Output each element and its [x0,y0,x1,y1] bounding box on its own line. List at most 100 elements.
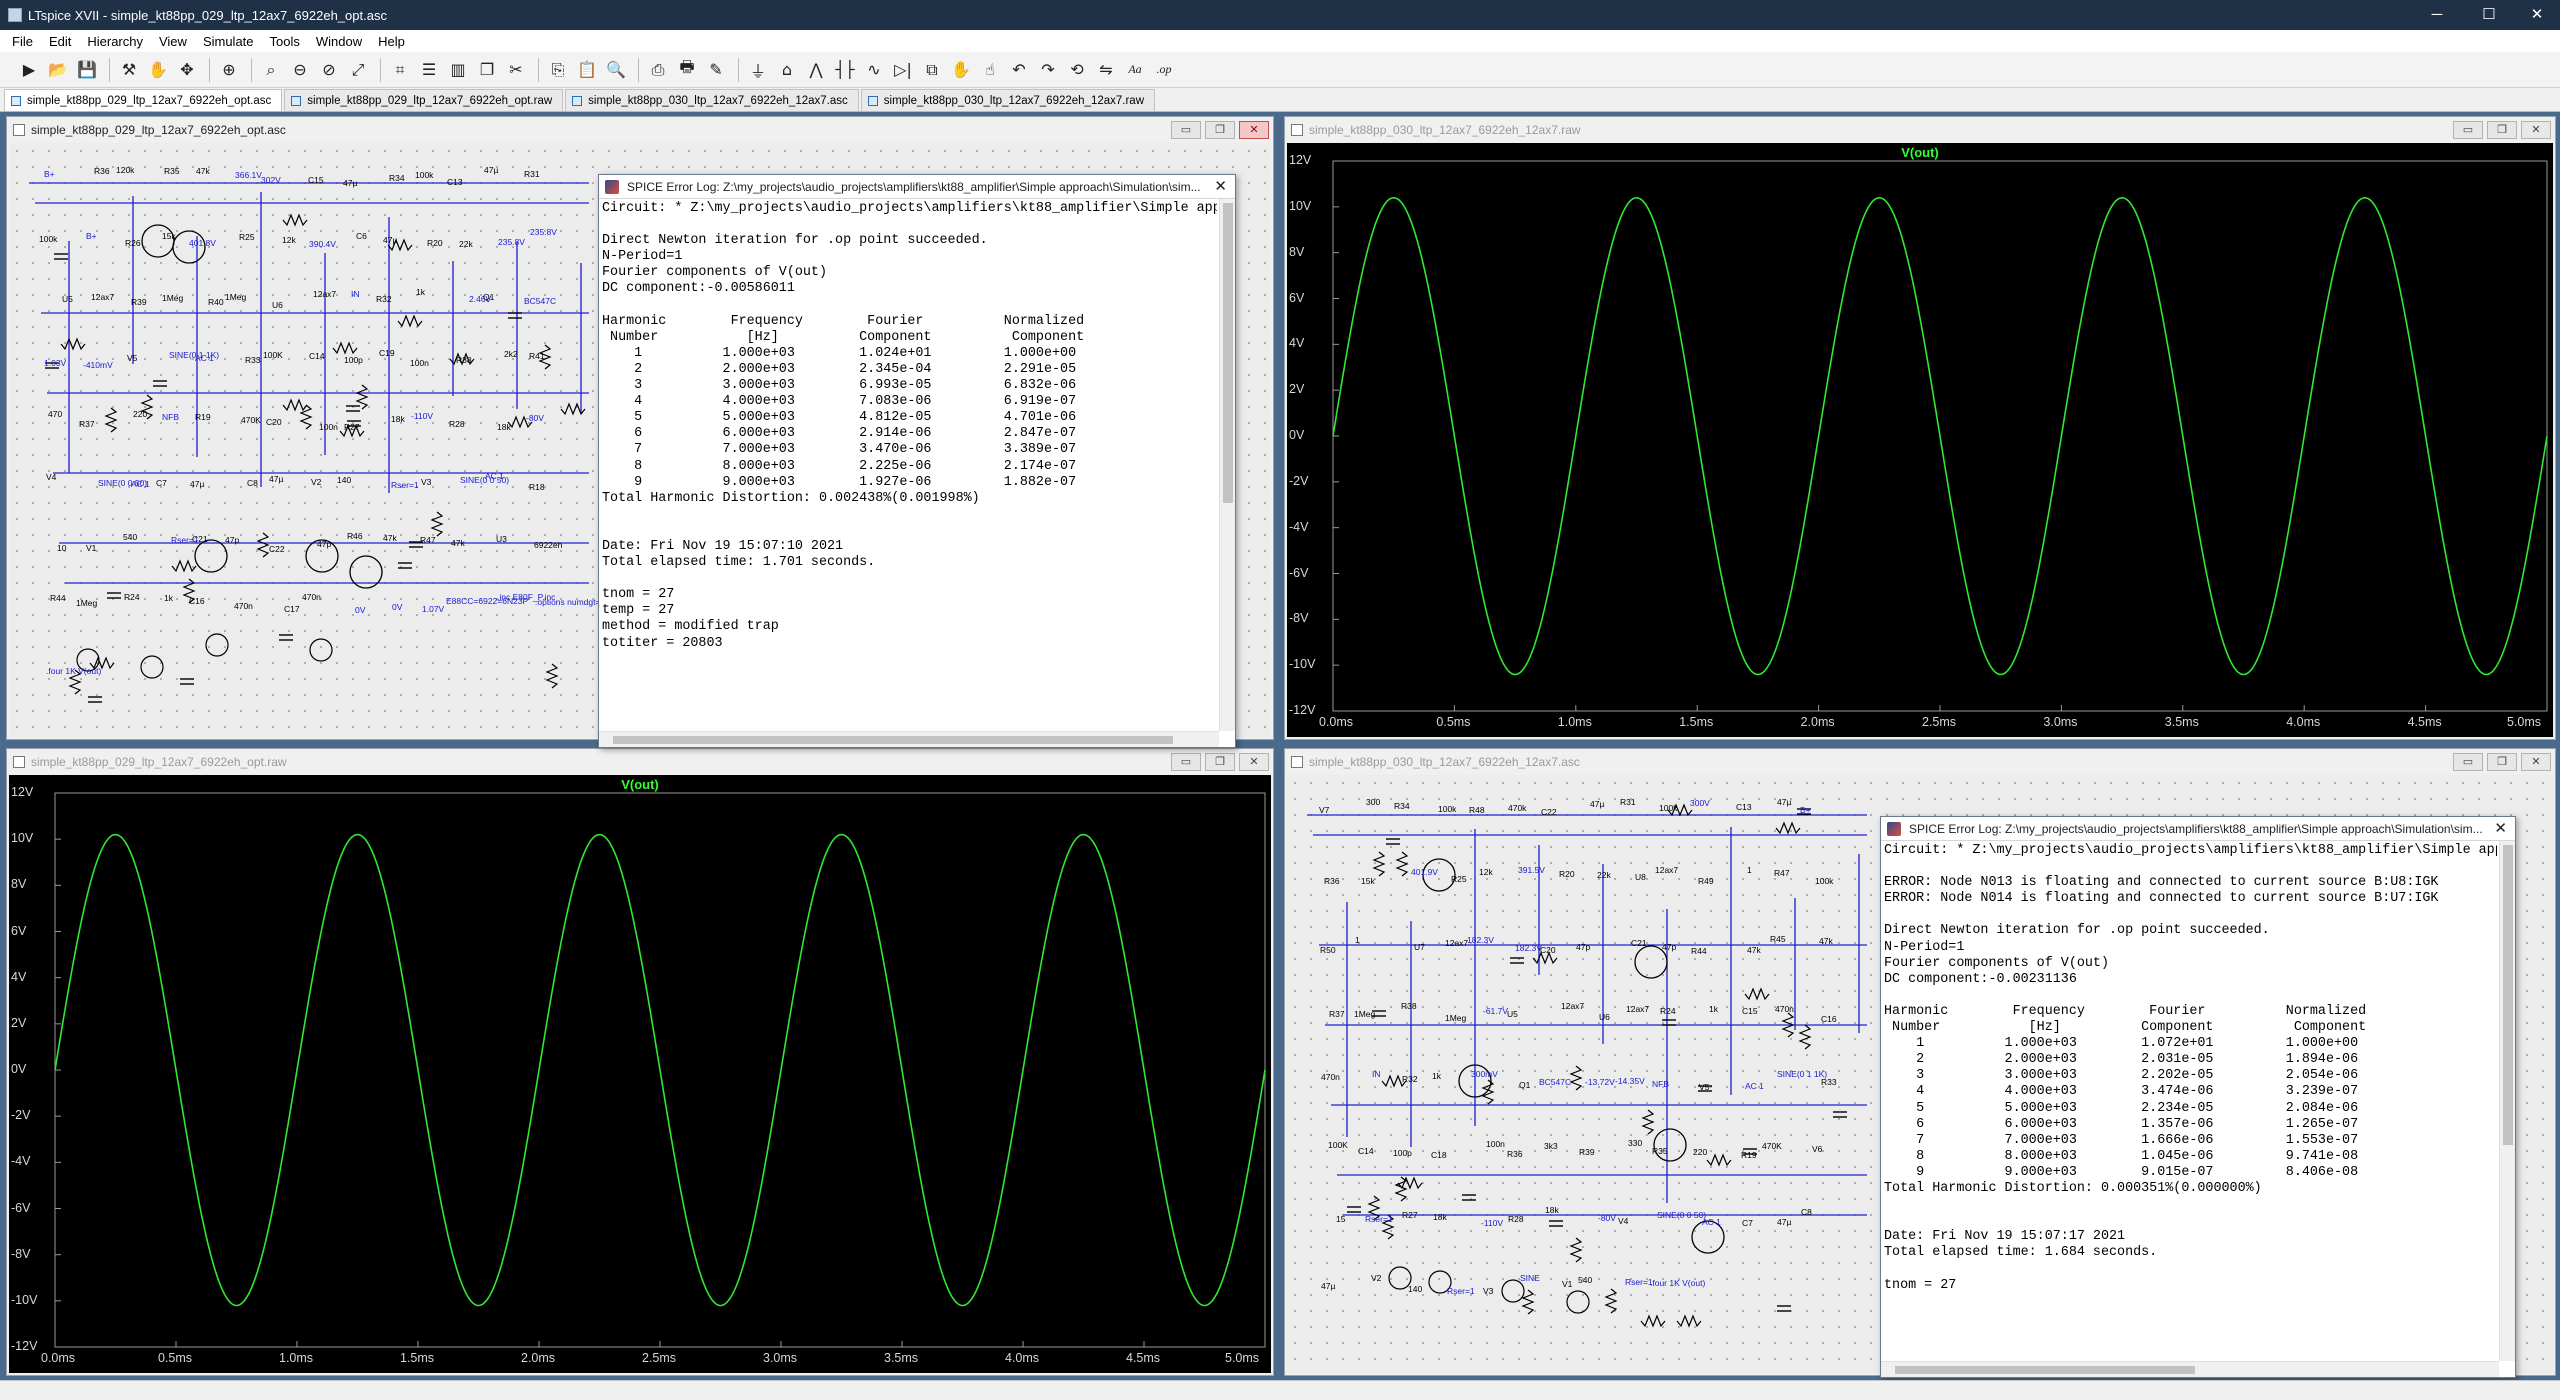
resistor-symbol[interactable] [282,213,308,227]
schematic-label[interactable]: U7 [1414,942,1425,952]
spice-error-log-window-029[interactable]: SPICE Error Log: Z:\my_projects\audio_pr… [598,174,1236,748]
schematic-label[interactable]: R41 [529,351,545,361]
schematic-label[interactable]: V4 [46,472,56,482]
schematic-label[interactable]: V2 [1371,1273,1381,1283]
capacitor-symbol[interactable] [180,678,194,685]
schematic-label[interactable]: C8 [1801,1207,1812,1217]
schematic-label[interactable]: V3 [1483,1286,1493,1296]
schematic-label[interactable]: BC547C [1539,1077,1571,1087]
schematic-label[interactable]: R25 [239,232,255,242]
schematic-label[interactable]: 12ax7 [1655,865,1678,875]
voltage-source-symbol[interactable] [1501,1279,1525,1303]
schematic-label[interactable]: R19 [195,412,211,422]
log-vertical-scrollbar[interactable] [1219,199,1235,731]
schematic-label[interactable]: R38 [456,355,472,365]
schematic-label[interactable]: R40 [208,297,224,307]
schematic-label[interactable]: 540 [123,532,137,542]
schematic-label[interactable]: 470n [1775,1004,1794,1014]
schematic-label[interactable]: C17 [284,604,300,614]
schematic-label[interactable]: 100p [1393,1148,1412,1158]
schematic-label[interactable]: R24 [124,592,140,602]
schematic-label[interactable]: U5 [1507,1009,1518,1019]
waveform-window-030[interactable]: simple_kt88pp_030_ltp_12ax7_6922eh_12ax7… [1284,116,2556,740]
schematic-label[interactable]: 47k [196,166,210,176]
schematic-label[interactable]: R28 [449,419,465,429]
schematic-label[interactable]: 100k [415,170,433,180]
undo-icon[interactable]: ↶ [1006,57,1032,83]
voltage-source-symbol[interactable] [205,633,229,657]
schematic-label[interactable]: R37 [1329,1009,1345,1019]
schematic-label[interactable]: 235.8V [498,237,525,247]
resistor-symbol[interactable] [1395,851,1409,877]
schematic-label[interactable]: 47p [1662,942,1676,952]
resistor-symbol[interactable] [332,341,358,355]
window-restore-button[interactable]: ❐ [1205,121,1235,139]
tab-schematic-029[interactable]: simple_kt88pp_029_ltp_12ax7_6922eh_opt.a… [4,89,283,111]
schematic-label[interactable]: 140 [337,475,351,485]
schematic-label[interactable]: R31 [1620,797,1636,807]
schematic-label[interactable]: V5 [1699,1082,1709,1092]
schematic-label[interactable]: AC 1 [195,353,214,363]
zoom-box-icon[interactable]: ⌕ [258,57,284,83]
schematic-label[interactable]: 22k [459,239,473,249]
schematic-label[interactable]: C21 [1631,938,1647,948]
schematic-label[interactable]: C14 [309,351,325,361]
schematic-label[interactable]: SINE(0 0 50) [1657,1210,1706,1220]
schematic-label[interactable]: 12ax7 [1561,1001,1584,1011]
waveform-window-titlebar[interactable]: simple_kt88pp_029_ltp_12ax7_6922eh_opt.r… [7,749,1273,775]
capacitor-symbol[interactable] [398,562,412,569]
schematic-label[interactable]: 1Meg [162,293,183,303]
schematic-label[interactable]: BC547C [524,296,556,306]
schematic-label[interactable]: R32 [376,294,392,304]
log-horizontal-scrollbar[interactable] [1881,1361,2499,1377]
schematic-label[interactable]: B+ [86,231,97,241]
schematic-label[interactable]: 1k [1432,1071,1441,1081]
schematic-label[interactable]: 235.8V [530,227,557,237]
control-panel-icon[interactable]: ⚒ [116,57,142,83]
schematic-label[interactable]: 100k [39,234,57,244]
waveform-window-029[interactable]: simple_kt88pp_029_ltp_12ax7_6922eh_opt.r… [6,748,1274,1376]
tab-waveform-029[interactable]: simple_kt88pp_029_ltp_12ax7_6922eh_opt.r… [284,89,564,111]
waveform-window-titlebar[interactable]: simple_kt88pp_030_ltp_12ax7_6922eh_12ax7… [1285,117,2555,143]
window-close-button[interactable]: ✕ [2521,753,2551,771]
capacitor-symbol[interactable] [1833,1111,1847,1118]
schematic-label[interactable]: 1k [416,287,425,297]
schematic-label[interactable]: V5 [127,353,137,363]
schematic-label[interactable]: Q1 [483,292,494,302]
window-minimize-button[interactable]: ▭ [1171,121,1201,139]
schematic-label[interactable]: R35 [1652,1146,1668,1156]
schematic-label[interactable]: R48 [1469,805,1485,815]
pan-icon[interactable]: ✥ [174,57,200,83]
schematic-label[interactable]: C20 [266,417,282,427]
save-icon[interactable]: 💾 [74,57,100,83]
schematic-label[interactable]: 47µ [1321,1281,1335,1291]
schematic-label[interactable]: R25 [1451,874,1467,884]
schematic-label[interactable]: 12ax7 [1445,938,1468,948]
schematic-label[interactable]: C21 [192,534,208,544]
schematic-label[interactable]: R44 [50,593,66,603]
schematic-label[interactable]: 15k [1361,876,1375,886]
schematic-window-titlebar[interactable]: simple_kt88pp_030_ltp_12ax7_6922eh_12ax7… [1285,749,2555,775]
schematic-label[interactable]: R37 [79,419,95,429]
schematic-label[interactable]: C14 [1358,1146,1374,1156]
schematic-label[interactable]: 100k [1815,876,1833,886]
schematic-label[interactable]: 12k [1479,867,1493,877]
log-text[interactable]: Circuit: * Z:\my_projects\audio_projects… [1884,843,2497,1359]
tab-schematic-030[interactable]: simple_kt88pp_030_ltp_12ax7_6922eh_12ax7… [565,89,859,111]
schematic-label[interactable]: 47µ [1777,1217,1791,1227]
trace-vout-line[interactable] [54,833,1266,1307]
window-restore-button[interactable]: ❐ [1205,753,1235,771]
paste-icon[interactable]: 📋 [574,57,600,83]
schematic-label[interactable]: NFB [162,412,179,422]
find-icon[interactable]: 🔍 [603,57,629,83]
schematic-label[interactable]: -80V [1598,1213,1616,1223]
zoom-out-icon[interactable]: ⊖ [287,57,313,83]
resistor-symbol[interactable] [256,532,270,558]
schematic-label[interactable]: 47k [451,538,465,548]
schematic-label[interactable]: V2 [311,477,321,487]
menu-help[interactable]: Help [370,34,413,49]
schematic-label[interactable]: C7 [1742,1218,1753,1228]
menu-hierarchy[interactable]: Hierarchy [79,34,151,49]
log-horizontal-scrollbar[interactable] [599,731,1219,747]
log-close-button[interactable]: ✕ [1214,177,1227,195]
